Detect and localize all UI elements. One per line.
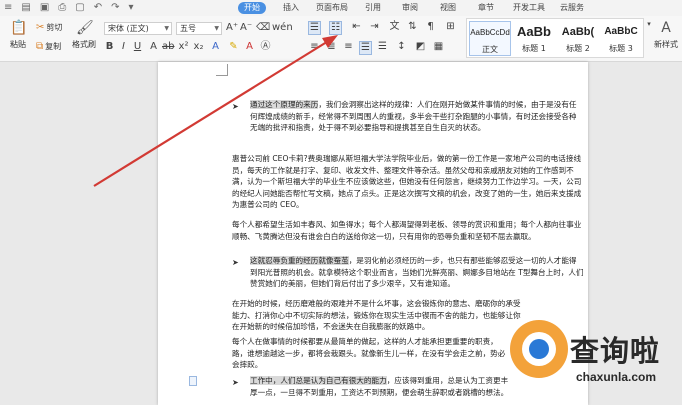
watermark-title: 查询啦 [570, 334, 661, 368]
watermark-logo: 查询啦 chaxunla.com [508, 320, 682, 405]
arrow-line [93, 39, 331, 187]
watermark-url: chaxunla.com [576, 370, 657, 384]
arrow-head [322, 35, 338, 48]
